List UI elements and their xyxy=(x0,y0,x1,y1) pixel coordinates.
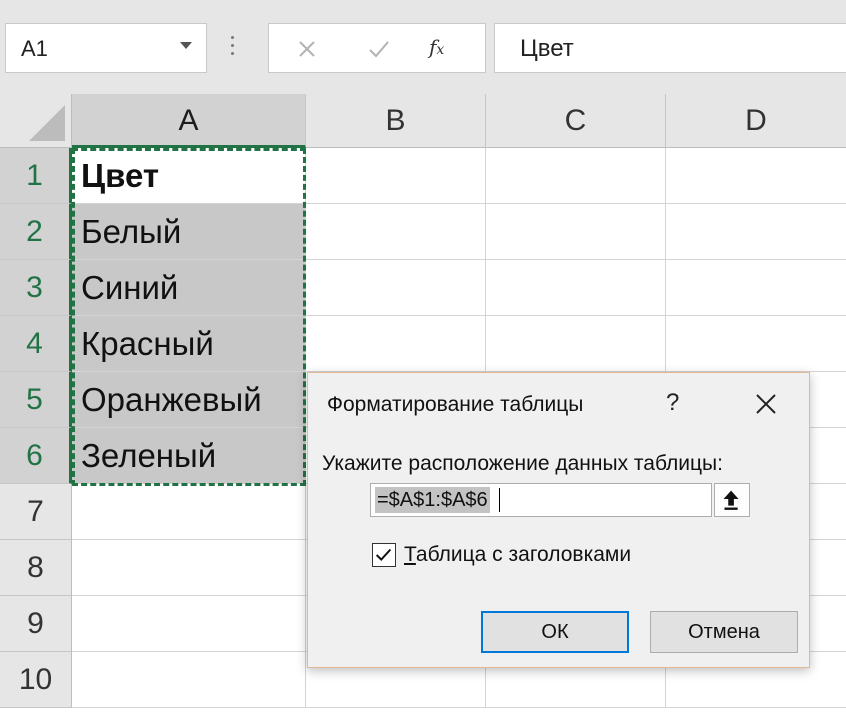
checkmark-icon xyxy=(375,548,392,562)
cell-a3[interactable]: Синий xyxy=(72,260,306,316)
row-header-6[interactable]: 6 xyxy=(0,428,72,484)
cell-d4[interactable] xyxy=(666,316,846,372)
range-prompt-label: Укажите расположение данных таблицы: xyxy=(322,452,723,475)
formula-input[interactable]: Цвет xyxy=(494,23,846,73)
row-header-8[interactable]: 8 xyxy=(0,540,72,596)
close-icon[interactable] xyxy=(752,390,780,418)
column-header-c[interactable]: C xyxy=(486,94,666,148)
more-options-icon[interactable] xyxy=(231,36,235,60)
formula-bar-area: A1 fx Цвет xyxy=(0,0,846,94)
collapse-dialog-button[interactable] xyxy=(714,483,750,517)
cell-a5[interactable]: Оранжевый xyxy=(72,372,306,428)
column-header-b[interactable]: B xyxy=(306,94,486,148)
select-all-triangle-icon xyxy=(29,105,65,141)
row-header-10[interactable]: 10 xyxy=(0,652,72,708)
cancel-button[interactable]: Отмена xyxy=(650,611,798,653)
cell-a6[interactable]: Зеленый xyxy=(72,428,306,484)
formula-value: Цвет xyxy=(520,35,574,62)
select-all-button[interactable] xyxy=(0,94,72,148)
column-header-d[interactable]: D xyxy=(666,94,846,148)
cell-a9[interactable] xyxy=(72,596,306,652)
cell-a2[interactable]: Белый xyxy=(72,204,306,260)
cell-b3[interactable] xyxy=(306,260,486,316)
row-header-2[interactable]: 2 xyxy=(0,204,72,260)
name-box[interactable]: A1 xyxy=(5,23,207,73)
cell-c3[interactable] xyxy=(486,260,666,316)
enter-check-icon[interactable] xyxy=(363,33,395,65)
cell-c4[interactable] xyxy=(486,316,666,372)
cell-b2[interactable] xyxy=(306,204,486,260)
row-header-3[interactable]: 3 xyxy=(0,260,72,316)
cell-a1[interactable]: Цвет xyxy=(72,148,306,204)
text-caret xyxy=(499,488,500,512)
column-header-a[interactable]: A xyxy=(72,94,306,148)
cell-d2[interactable] xyxy=(666,204,846,260)
row-header-9[interactable]: 9 xyxy=(0,596,72,652)
upload-arrow-icon xyxy=(723,490,739,510)
cell-d1[interactable] xyxy=(666,148,846,204)
cell-a10[interactable] xyxy=(72,652,306,708)
cell-b1[interactable] xyxy=(306,148,486,204)
cell-b4[interactable] xyxy=(306,316,486,372)
row-header-1[interactable]: 1 xyxy=(0,148,72,204)
headers-checkbox[interactable] xyxy=(372,543,396,567)
name-box-value: A1 xyxy=(21,36,48,61)
cancel-icon[interactable] xyxy=(291,33,323,65)
cell-a8[interactable] xyxy=(72,540,306,596)
row-header-4[interactable]: 4 xyxy=(0,316,72,372)
range-value: =$A$1:$A$6 xyxy=(375,487,490,513)
cell-c2[interactable] xyxy=(486,204,666,260)
row-header-7[interactable]: 7 xyxy=(0,484,72,540)
ok-button[interactable]: ОК xyxy=(481,611,629,653)
row-header-5[interactable]: 5 xyxy=(0,372,72,428)
insert-function-icon[interactable]: fx xyxy=(429,35,461,67)
dialog-title: Форматирование таблицы xyxy=(327,393,584,416)
help-icon[interactable]: ? xyxy=(666,389,679,417)
headers-checkbox-label[interactable]: Таблица с заголовками xyxy=(404,543,631,567)
table-range-input[interactable]: =$A$1:$A$6 xyxy=(370,483,712,517)
format-as-table-dialog: Форматирование таблицы ? Укажите располо… xyxy=(307,372,810,668)
formula-buttons: fx xyxy=(268,23,486,73)
cell-c1[interactable] xyxy=(486,148,666,204)
chevron-down-icon[interactable] xyxy=(180,42,192,49)
cell-a7[interactable] xyxy=(72,484,306,540)
cell-a4[interactable]: Красный xyxy=(72,316,306,372)
cell-d3[interactable] xyxy=(666,260,846,316)
